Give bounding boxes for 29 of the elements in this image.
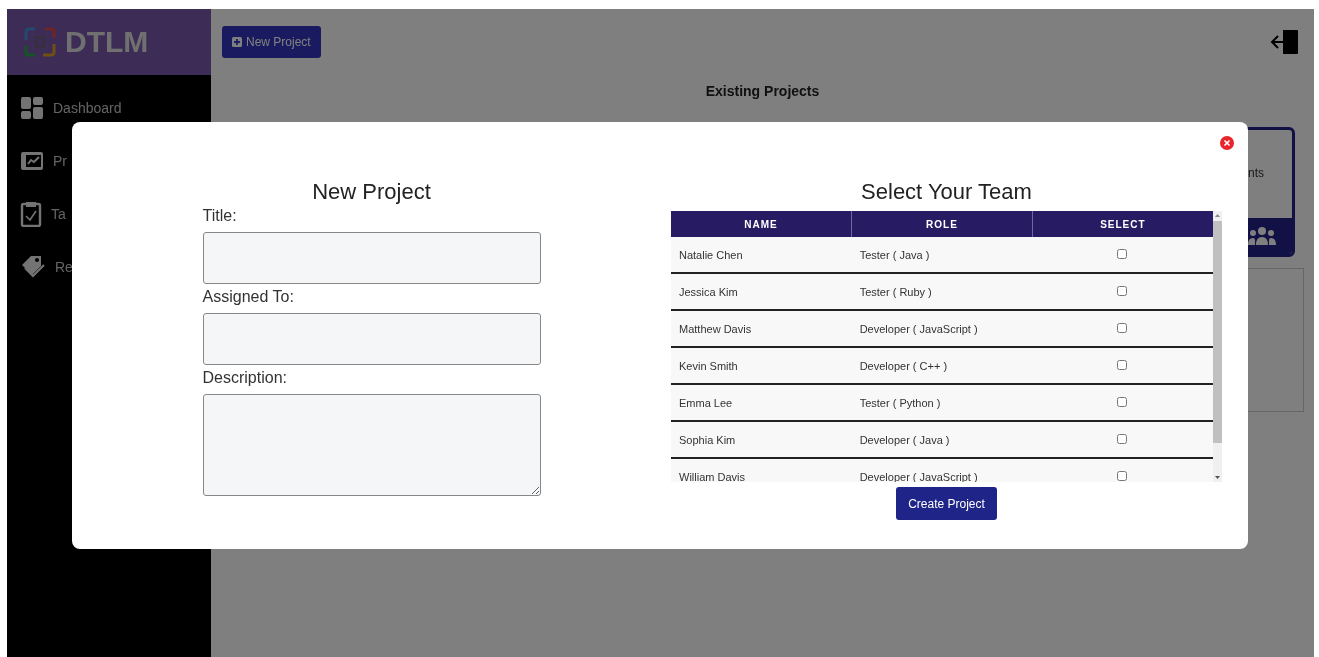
table-cell: Jessica Kim — [671, 273, 852, 310]
field-label: Description: — [202, 369, 288, 387]
table-cell: Tester ( Python ) — [851, 384, 1033, 421]
sidebar-label: Pr — [53, 153, 67, 169]
table-cell: Emma Lee — [671, 384, 852, 421]
table-cell: Matthew Davis — [671, 310, 852, 347]
table-cell: Tester ( Ruby ) — [851, 273, 1033, 310]
table-cell: Developer ( JavaScript ) — [851, 310, 1033, 347]
table-cell: Kevin Smith — [671, 347, 852, 384]
field-label: Assigned To: — [202, 288, 295, 306]
app-logo: DTLM — [65, 25, 149, 59]
table-cell: Tester ( Java ) — [851, 237, 1033, 273]
column-header: ROLE — [851, 211, 1033, 237]
field-label: Title: — [202, 207, 238, 225]
team-title: Select Your Team — [861, 179, 1032, 205]
sidebar-label: Dashboard — [53, 100, 122, 116]
sidebar-label: Re — [55, 259, 73, 275]
table-cell: Developer ( C++ ) — [851, 347, 1033, 384]
table-cell: Sophia Kim — [671, 421, 852, 458]
column-header: NAME — [671, 211, 852, 237]
table-cell: William Davis — [671, 458, 852, 482]
form-title: New Project — [311, 179, 432, 205]
card-label: nts — [1248, 166, 1264, 180]
column-header: SELECT — [1032, 211, 1213, 237]
table-cell: Natalie Chen — [671, 237, 852, 273]
table-cell: Developer ( Java ) — [851, 421, 1033, 458]
table-cell: Developer ( JavaScript ) — [851, 458, 1033, 482]
section-heading: Existing Projects — [704, 83, 821, 99]
sidebar-label: Ta — [51, 206, 66, 222]
